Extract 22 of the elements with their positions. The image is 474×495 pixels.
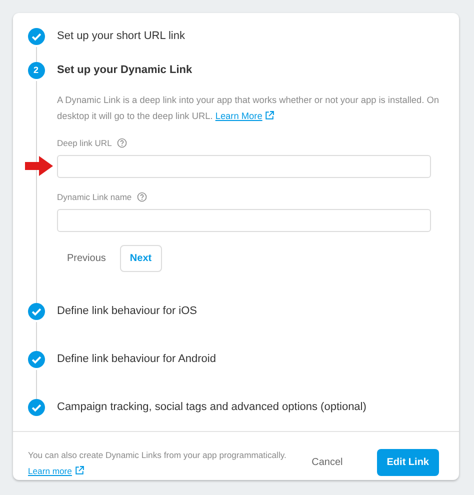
external-link-icon: [265, 111, 274, 120]
step-title[interactable]: Define link behaviour for Android: [57, 350, 216, 368]
field-label: Dynamic Link name: [57, 190, 132, 204]
input-field[interactable]: [57, 154, 431, 178]
edit-link-button[interactable]: Edit Link: [376, 449, 439, 476]
next-button[interactable]: Next: [120, 244, 162, 272]
text-button[interactable]: Previous: [57, 244, 116, 272]
step-description: A Dynamic Link is a deep link into your app that works whether or not your app is installed. On desktop it will go to the deep link URL. Learn More: [57, 94, 440, 123]
learn-more-link[interactable]: Learn More: [215, 111, 274, 121]
step-title[interactable]: Define link behaviour for iOS: [57, 302, 198, 320]
help-icon: [116, 138, 127, 148]
learn-more-link[interactable]: Learn more: [28, 466, 84, 476]
field-label: Deep link URL: [57, 137, 112, 150]
step-title[interactable]: Set up your Dynamic Link: [57, 62, 444, 79]
footer-text: You can also create Dynamic Links from your app programmatically. Learn more: [28, 448, 288, 478]
text-button[interactable]: Cancel: [302, 450, 353, 475]
step-number: 2: [28, 62, 44, 79]
step-title[interactable]: Set up your short URL link: [57, 28, 185, 45]
step-title[interactable]: Campaign tracking, social tags and advanced options (optional): [57, 398, 366, 416]
external-link-icon: [74, 466, 84, 474]
input-field[interactable]: [57, 208, 431, 232]
help-icon: [136, 192, 147, 202]
